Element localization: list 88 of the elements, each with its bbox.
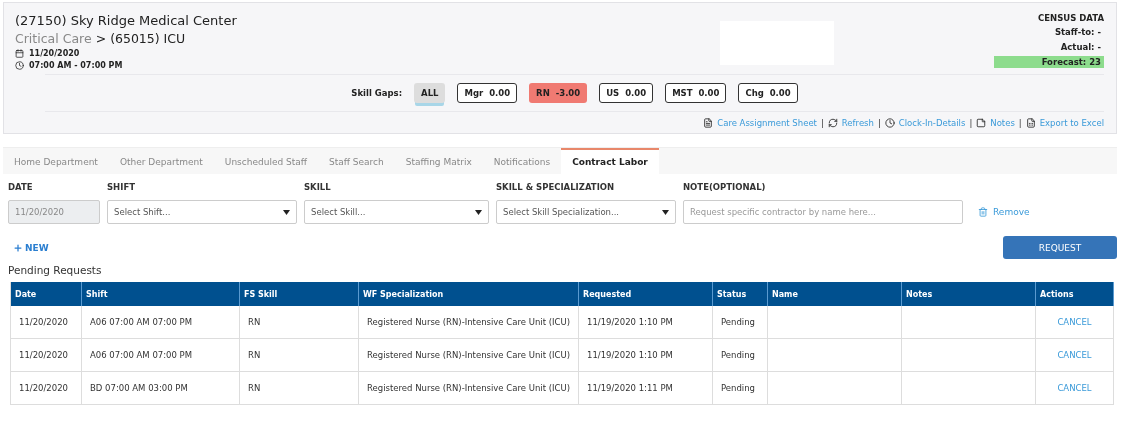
column-header: Name — [768, 282, 902, 306]
skill-gap-chip[interactable]: Mgr 0.00 — [457, 83, 518, 103]
shift-dropdown[interactable]: Select Shift... — [107, 200, 297, 224]
trash-icon — [978, 207, 988, 217]
table-cell: 11/20/2020 — [11, 339, 82, 372]
link-separator: | — [820, 117, 824, 128]
column-header: Requested — [579, 282, 713, 306]
table-cell: BD 07:00 AM 03:00 PM — [82, 372, 240, 405]
note-icon — [976, 117, 987, 128]
remove-link[interactable]: Remove — [978, 207, 1117, 217]
field-label: NOTE(OPTIONAL) — [683, 182, 767, 194]
table-cell: Pending — [713, 339, 768, 372]
table-cell: 11/19/2020 1:11 PM — [579, 372, 713, 405]
toolbar-link[interactable]: Care Assignment Sheet — [717, 117, 817, 128]
cancel-link[interactable]: CANCEL — [1057, 317, 1092, 327]
date-text: 11/20/2020 — [29, 49, 80, 58]
field-label: SKILL — [304, 182, 332, 194]
document-icon — [703, 117, 714, 128]
table-cell: RN — [240, 306, 359, 339]
table-cell: Registered Nurse (RN)-Intensive Care Unit (ICU) — [359, 372, 579, 405]
table-cell: RN — [240, 339, 359, 372]
dropdown-caret-icon — [283, 209, 290, 215]
table-cell: 11/20/2020 — [11, 306, 82, 339]
column-header: Notes — [902, 282, 1036, 306]
column-header: Status — [713, 282, 768, 306]
table-cell: Pending — [713, 306, 768, 339]
table-cell: A06 07:00 AM 07:00 PM — [82, 306, 240, 339]
table-cell: Pending — [713, 372, 768, 405]
tab[interactable]: Staffing Matrix — [394, 148, 483, 174]
census-title: CENSUS DATA — [1038, 13, 1104, 23]
tab[interactable]: Staff Search — [317, 148, 395, 174]
dropdown-caret-icon — [662, 209, 669, 215]
field-label: SHIFT — [107, 182, 136, 194]
skill-gaps-label: Skill Gaps: — [351, 88, 403, 98]
table-cell: RN — [240, 372, 359, 405]
refresh-icon — [827, 117, 838, 128]
new-button[interactable]: NEW — [13, 242, 49, 253]
census-figure: Forecast: 23 — [994, 56, 1104, 68]
section-title: Pending Requests — [7, 263, 103, 278]
toolbar-link[interactable]: Refresh — [841, 117, 874, 128]
table-cell: Registered Nurse (RN)-Intensive Care Unit (ICU) — [359, 339, 579, 372]
skill-gap-chip[interactable]: US 0.00 — [599, 83, 654, 103]
table-cell: Registered Nurse (RN)-Intensive Care Unit (ICU) — [359, 306, 579, 339]
skill-gap-chip[interactable]: Chg 0.00 — [738, 83, 798, 103]
census-figure: Staff-to: - — [1053, 26, 1102, 38]
breadcrumb-separator: > — [95, 31, 107, 46]
toolbar-link[interactable]: Export to Excel — [1039, 117, 1104, 128]
time-text: 07:00 AM - 07:00 PM — [29, 61, 123, 70]
cancel-link[interactable]: CANCEL — [1057, 350, 1092, 360]
calendar-icon — [15, 49, 24, 58]
tab[interactable]: Notifications — [482, 148, 562, 174]
field-label: DATE — [8, 182, 34, 194]
field-label: SKILL & SPECIALIZATION — [496, 182, 616, 194]
link-separator: | — [1018, 117, 1022, 128]
column-header: FS Skill — [240, 282, 359, 306]
link-separator: | — [877, 117, 881, 128]
request-button[interactable]: REQUEST — [1003, 236, 1117, 259]
table-cell: 11/19/2020 1:10 PM — [579, 306, 713, 339]
census-figure: Actual: - — [1059, 41, 1102, 53]
skill-gap-chip[interactable]: RN -3.00 — [529, 83, 588, 103]
skill-gap-chip[interactable]: MST 0.00 — [665, 83, 727, 103]
plus-icon — [13, 242, 23, 253]
clock-icon — [15, 61, 24, 70]
table-cell: 11/19/2020 1:10 PM — [579, 339, 713, 372]
department-title: (65015) ICU — [110, 31, 186, 46]
column-header: Date — [11, 282, 82, 306]
cancel-link[interactable]: CANCEL — [1057, 383, 1092, 393]
clock-icon — [884, 117, 895, 128]
table-cell: A06 07:00 AM 07:00 PM — [82, 339, 240, 372]
column-header: Shift — [82, 282, 240, 306]
link-separator: | — [969, 117, 973, 128]
tab[interactable]: Other Department — [108, 148, 214, 174]
toolbar-link[interactable]: Clock-In-Details — [898, 117, 966, 128]
spreadsheet-icon — [1025, 117, 1036, 128]
tab[interactable]: Unscheduled Staff — [213, 148, 318, 174]
skill-dropdown[interactable]: Select Skill... — [304, 200, 489, 224]
column-header: Actions — [1036, 282, 1114, 306]
note-field[interactable]: Request specific contractor by name here... — [683, 200, 963, 224]
tab[interactable]: Contract Labor — [561, 148, 659, 174]
tab[interactable]: Home Department — [3, 148, 109, 174]
table-cell: 11/20/2020 — [11, 372, 82, 405]
toolbar-link[interactable]: Notes — [990, 117, 1015, 128]
facility-title: (27150) Sky Ridge Medical Center — [15, 13, 238, 28]
column-header: WF Specialization — [359, 282, 579, 306]
skill-gap-chip[interactable]: ALL — [414, 83, 446, 103]
breadcrumb-link[interactable]: Critical Care — [15, 31, 92, 46]
dropdown-caret-icon — [475, 209, 482, 215]
specialization-dropdown[interactable]: Select Skill Specialization... — [496, 200, 676, 224]
